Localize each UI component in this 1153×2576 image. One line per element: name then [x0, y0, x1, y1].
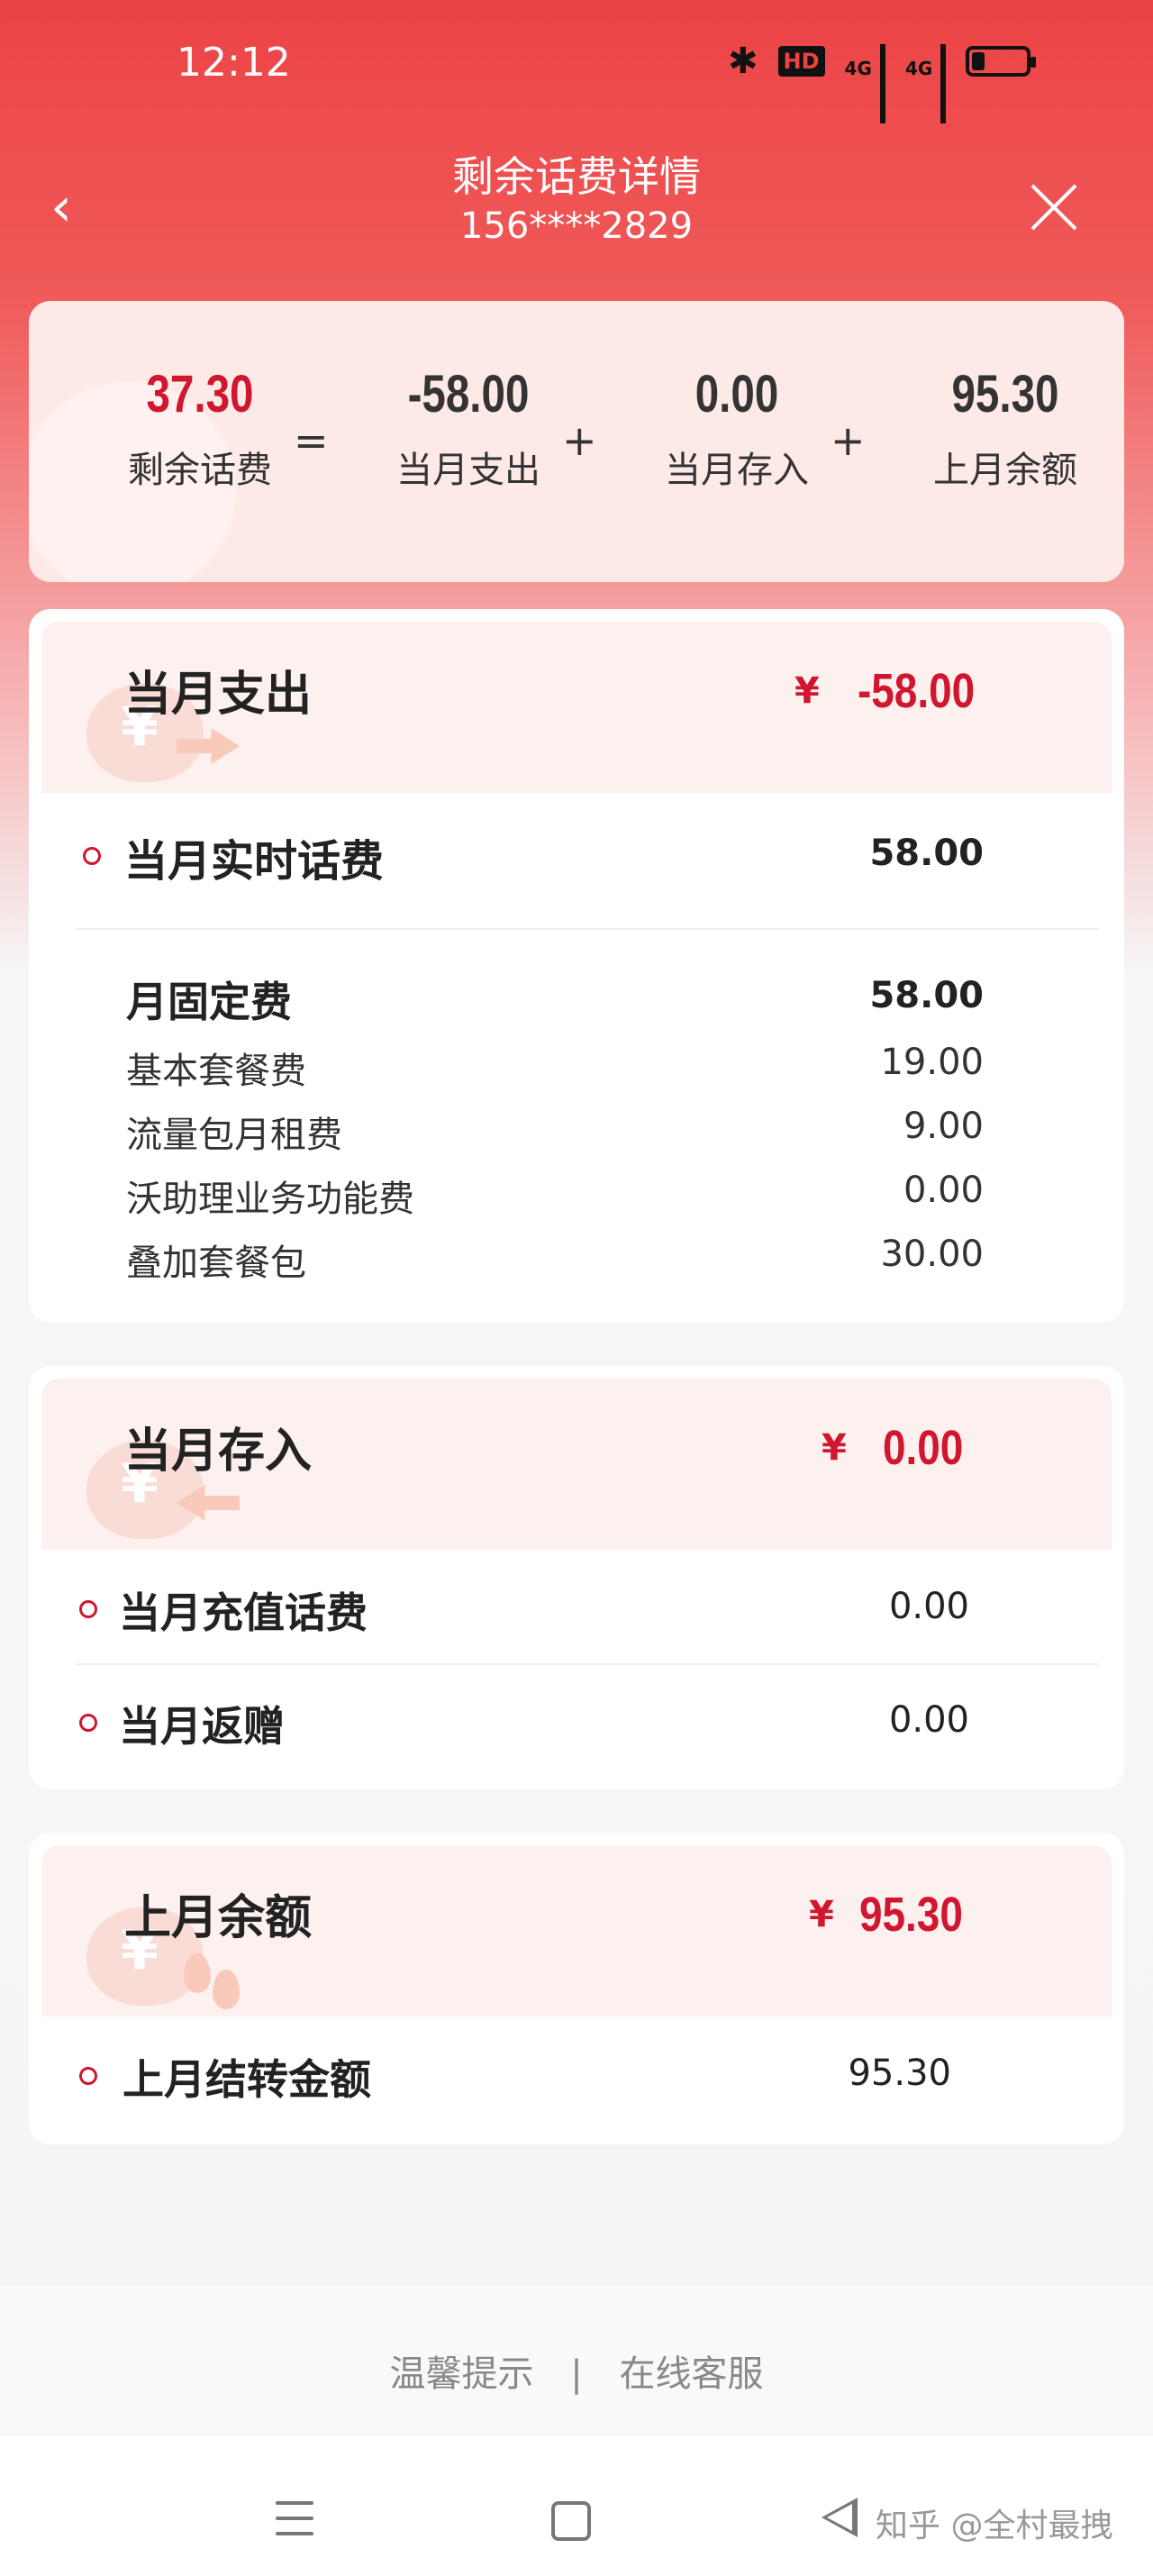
summary-value: 37.30 — [146, 365, 254, 423]
battery-icon — [966, 46, 1037, 77]
deposit-row-value: 0.00 — [888, 1699, 969, 1741]
currency-symbol: ¥ — [794, 670, 820, 712]
summary-remaining: 37.30 剩余话费 — [101, 364, 299, 493]
deposit-row-label: 当月返赠 — [119, 1702, 285, 1751]
footer-links: 温馨提示 | 在线客服 — [0, 2344, 1153, 2397]
drop-icon — [184, 1953, 211, 1993]
status-icons: ✱ HD 4G 4G — [728, 41, 1037, 123]
bullet-icon — [79, 1714, 97, 1732]
footer: 温馨提示 | 在线客服 — [0, 2285, 1153, 2436]
currency-symbol: ¥ — [822, 1427, 847, 1469]
last-month-card: 上月余额 ¥ 95.30 上月结转金额 95.30 — [29, 1833, 1124, 2144]
bullet-icon — [83, 847, 101, 865]
bullet-icon — [79, 2067, 97, 2085]
online-service-link[interactable]: 在线客服 — [619, 2344, 763, 2397]
summary-value: 95.30 — [951, 365, 1059, 423]
deposit-row-value: 0.00 — [888, 1586, 969, 1627]
signal-icon-1: 4G — [845, 43, 885, 123]
footer-separator: | — [570, 2353, 583, 2395]
close-icon[interactable] — [1027, 180, 1081, 234]
fixed-fee-value: 58.00 — [869, 975, 984, 1016]
fee-item-value: 19.00 — [880, 1042, 984, 1083]
last-month-title: 上月余额 — [124, 1891, 313, 1945]
equals-sign: = — [294, 416, 329, 465]
deposit-amount: 0.00 — [883, 1421, 964, 1475]
deposit-card: 当月存入 ¥ 0.00 当月充值话费 0.00 当月返赠 0.00 — [29, 1366, 1124, 1789]
fee-item-label: 沃助理业务功能费 — [126, 1179, 414, 1220]
fee-item-label: 基本套餐费 — [126, 1051, 306, 1092]
summary-expense: -58.00 当月支出 — [369, 364, 567, 493]
watermark: 知乎 @全村最拽 — [876, 2508, 1113, 2544]
menu-icon[interactable] — [276, 2501, 313, 2537]
status-time: 12:12 — [177, 40, 291, 86]
fee-item-label: 流量包月租费 — [126, 1115, 342, 1156]
expense-title: 当月支出 — [124, 668, 313, 722]
expense-amount: -58.00 — [858, 664, 976, 718]
plus-sign: + — [562, 416, 597, 465]
hd-icon: HD — [777, 46, 825, 77]
realtime-fee-label: 当月实时话费 — [124, 836, 385, 887]
realtime-fee-value: 58.00 — [869, 833, 984, 874]
fee-item-value: 9.00 — [903, 1106, 984, 1147]
system-nav-bar: 知乎 @全村最拽 — [0, 2436, 1153, 2576]
phone-number: 156****2829 — [459, 205, 694, 247]
drop-icon — [213, 1970, 240, 2009]
signal-icon-2: 4G — [905, 43, 947, 123]
summary-value: 0.00 — [695, 365, 779, 423]
deposit-title: 当月存入 — [124, 1425, 313, 1479]
bullet-icon — [79, 1600, 97, 1618]
summary-label: 当月存入 — [665, 450, 809, 491]
bluetooth-icon: ✱ — [728, 41, 758, 82]
divider — [76, 928, 1099, 930]
summary-label: 上月余额 — [933, 450, 1077, 491]
fee-item-value: 0.00 — [903, 1170, 984, 1211]
summary-last-month: 95.30 上月余额 — [906, 364, 1104, 493]
summary-deposit: 0.00 当月存入 — [638, 364, 836, 493]
fee-item-value: 30.00 — [880, 1233, 984, 1275]
home-icon[interactable] — [551, 2501, 591, 2541]
back-nav-icon[interactable] — [822, 2498, 858, 2537]
deposit-row-label: 当月充值话费 — [119, 1588, 368, 1637]
divider — [76, 1663, 1099, 1665]
summary-label: 当月支出 — [396, 450, 540, 491]
fixed-fee-label: 月固定费 — [126, 978, 292, 1026]
fee-item-label: 叠加套餐包 — [126, 1242, 306, 1284]
page-title: 剩余话费详情 — [452, 152, 701, 201]
summary-value: -58.00 — [407, 365, 530, 423]
status-bar: 12:12 ✱ HD 4G 4G — [0, 0, 1153, 135]
tip-link[interactable]: 温馨提示 — [390, 2344, 534, 2397]
carryover-value: 95.30 — [848, 2053, 951, 2094]
expense-card: 当月支出 ¥ -58.00 当月实时话费 58.00 月固定费 58.00 基本… — [29, 609, 1124, 1323]
last-month-amount: 95.30 — [859, 1888, 963, 1942]
summary-label: 剩余话费 — [128, 450, 272, 491]
currency-symbol: ¥ — [809, 1894, 834, 1935]
carryover-label: 上月结转金额 — [123, 2055, 371, 2104]
plus-sign: + — [831, 416, 866, 465]
balance-summary-card: 37.30 剩余话费 = -58.00 当月支出 + 0.00 当月存入 + 9… — [29, 301, 1124, 582]
